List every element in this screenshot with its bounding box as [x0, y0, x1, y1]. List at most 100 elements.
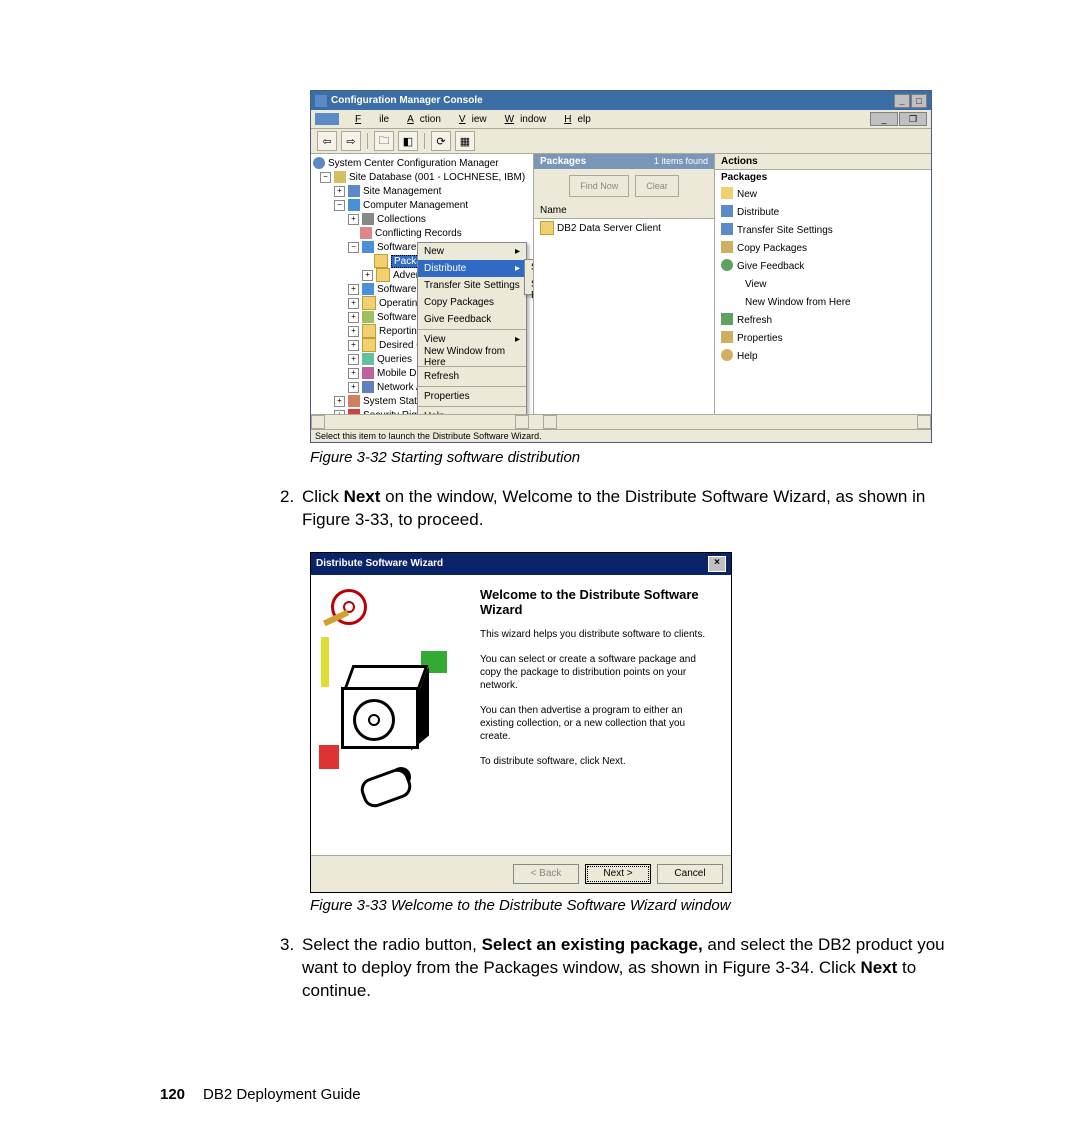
- action-distribute[interactable]: Distribute: [715, 203, 931, 221]
- sub-software-device[interactable]: Software to Device: [525, 277, 534, 294]
- scroll-left[interactable]: [311, 415, 325, 429]
- collections-icon: [362, 213, 374, 225]
- find-now-button[interactable]: Find Now: [569, 175, 629, 197]
- red-block: [319, 745, 339, 769]
- wizard-p3: You can then advertise a program to eith…: [480, 704, 715, 743]
- tree-compmgmt[interactable]: Computer Management: [363, 200, 468, 211]
- menu-help[interactable]: Help: [552, 114, 597, 125]
- action-feedback[interactable]: Give Feedback: [715, 257, 931, 275]
- ctx-feedback[interactable]: Give Feedback: [418, 311, 526, 328]
- page-footer: 120DB2 Deployment Guide: [160, 1086, 361, 1103]
- actions-subtitle: Packages: [715, 170, 931, 185]
- cancel-button[interactable]: Cancel: [657, 864, 723, 884]
- mdi-icon: [315, 113, 339, 125]
- back-button[interactable]: ⇦: [317, 131, 337, 151]
- close-button[interactable]: ×: [708, 556, 726, 572]
- ctx-transfer[interactable]: Transfer Site Settings: [418, 277, 526, 294]
- tree-queries[interactable]: Queries: [377, 354, 412, 365]
- tb-button-2[interactable]: ◧: [398, 131, 418, 151]
- software-box-icon: [337, 665, 427, 765]
- minimize-button[interactable]: _: [894, 94, 910, 108]
- site-icon: [348, 185, 360, 197]
- tree-root[interactable]: System Center Configuration Manager: [328, 158, 499, 169]
- ctx-copy[interactable]: Copy Packages: [418, 294, 526, 311]
- window-title: Configuration Manager Console: [331, 95, 483, 106]
- titlebar: Configuration Manager Console _ □: [311, 91, 931, 110]
- tree-conflict[interactable]: Conflicting Records: [375, 228, 462, 239]
- swupd-icon: [362, 311, 374, 323]
- mdi-restore-button[interactable]: ❐: [899, 112, 927, 126]
- action-newwin[interactable]: New Window from Here: [715, 293, 931, 311]
- wizard-p1: This wizard helps you distribute softwar…: [480, 628, 715, 641]
- actions-pane: Actions Packages New Distribute Transfer…: [715, 154, 931, 414]
- queries-icon: [362, 353, 374, 365]
- list-pane: Packages1 items found Find Now Clear Nam…: [534, 154, 715, 414]
- actions-title: Actions: [715, 154, 931, 170]
- tree-network[interactable]: Network A: [377, 382, 423, 393]
- tree-swupd[interactable]: Software: [377, 312, 416, 323]
- records-icon: [360, 227, 372, 239]
- menu-file[interactable]: File: [343, 114, 395, 125]
- wizard-graphic: [311, 575, 472, 855]
- swdist-icon: [362, 241, 374, 253]
- tree-sitemgmt[interactable]: Site Management: [363, 186, 441, 197]
- tree-sysstat[interactable]: System Statu: [363, 396, 422, 407]
- ctx-props[interactable]: Properties: [418, 388, 526, 405]
- column-name[interactable]: Name: [534, 203, 714, 219]
- ctx-help[interactable]: Help: [418, 408, 526, 414]
- tree-mobile[interactable]: Mobile De: [377, 368, 422, 379]
- folder-icon: [376, 268, 390, 282]
- figure-caption: Figure 3-33 Welcome to the Distribute So…: [310, 897, 960, 914]
- folder-icon: [362, 324, 376, 338]
- refresh-button[interactable]: ⟳: [431, 131, 451, 151]
- list-item[interactable]: DB2 Data Server Client: [540, 221, 708, 235]
- action-refresh[interactable]: Refresh: [715, 311, 931, 329]
- tree-security[interactable]: Security Righ: [363, 410, 422, 415]
- action-help[interactable]: Help: [715, 347, 931, 365]
- sw-icon: [362, 283, 374, 295]
- ctx-distribute[interactable]: Distribute▸: [418, 260, 526, 277]
- scroll-right-2[interactable]: [917, 415, 931, 429]
- tb-button-4[interactable]: ▦: [455, 131, 475, 151]
- doc-title: DB2 Deployment Guide: [203, 1086, 361, 1103]
- status-bar: Select this item to launch the Distribut…: [311, 429, 931, 442]
- scroll-right[interactable]: [515, 415, 529, 429]
- security-icon: [348, 409, 360, 414]
- fwd-button[interactable]: ⇨: [341, 131, 361, 151]
- menu-window[interactable]: Window: [493, 114, 553, 125]
- maximize-button[interactable]: □: [911, 94, 927, 108]
- system-icon: [348, 395, 360, 407]
- wizard-titlebar: Distribute Software Wizard ×: [311, 553, 731, 575]
- menu-view[interactable]: View: [447, 114, 493, 125]
- computer-icon: [348, 199, 360, 211]
- tree-adver[interactable]: Adver: [393, 270, 419, 281]
- action-copy[interactable]: Copy Packages: [715, 239, 931, 257]
- scrollbar-row: [311, 414, 931, 429]
- console-window: Configuration Manager Console _ □ File A…: [310, 90, 932, 443]
- action-view[interactable]: View: [715, 275, 931, 293]
- up-button[interactable]: 🗀: [374, 131, 394, 151]
- action-props[interactable]: Properties: [715, 329, 931, 347]
- ctx-new[interactable]: New▸: [418, 243, 526, 260]
- action-new[interactable]: New: [715, 185, 931, 203]
- sub-software[interactable]: Software: [525, 260, 534, 277]
- menubar: File Action View Window Help _ ❐: [311, 110, 931, 129]
- next-button[interactable]: Next >: [585, 864, 651, 884]
- db-icon: [334, 171, 346, 183]
- tree-reporting[interactable]: Reporting: [379, 326, 422, 337]
- scroll-left-2[interactable]: [543, 415, 557, 429]
- folder-icon: [362, 338, 376, 352]
- action-transfer[interactable]: Transfer Site Settings: [715, 221, 931, 239]
- menu-action[interactable]: Action: [395, 114, 447, 125]
- mdi-min-button[interactable]: _: [870, 112, 898, 126]
- ctx-newwin[interactable]: New Window from Here: [418, 348, 526, 365]
- tree-collections[interactable]: Collections: [377, 214, 426, 225]
- clear-button[interactable]: Clear: [635, 175, 679, 197]
- ctx-refresh[interactable]: Refresh: [418, 368, 526, 385]
- tree-sitedb[interactable]: Site Database (001 - LOCHNESE, IBM): [349, 172, 525, 183]
- back-button: < Back: [513, 864, 579, 884]
- app-icon: [315, 95, 327, 107]
- tree-software[interactable]: Software: [377, 284, 416, 295]
- toolbar: ⇦ ⇨ 🗀 ◧ ⟳ ▦: [311, 129, 931, 154]
- nav-tree[interactable]: System Center Configuration Manager −Sit…: [311, 154, 534, 414]
